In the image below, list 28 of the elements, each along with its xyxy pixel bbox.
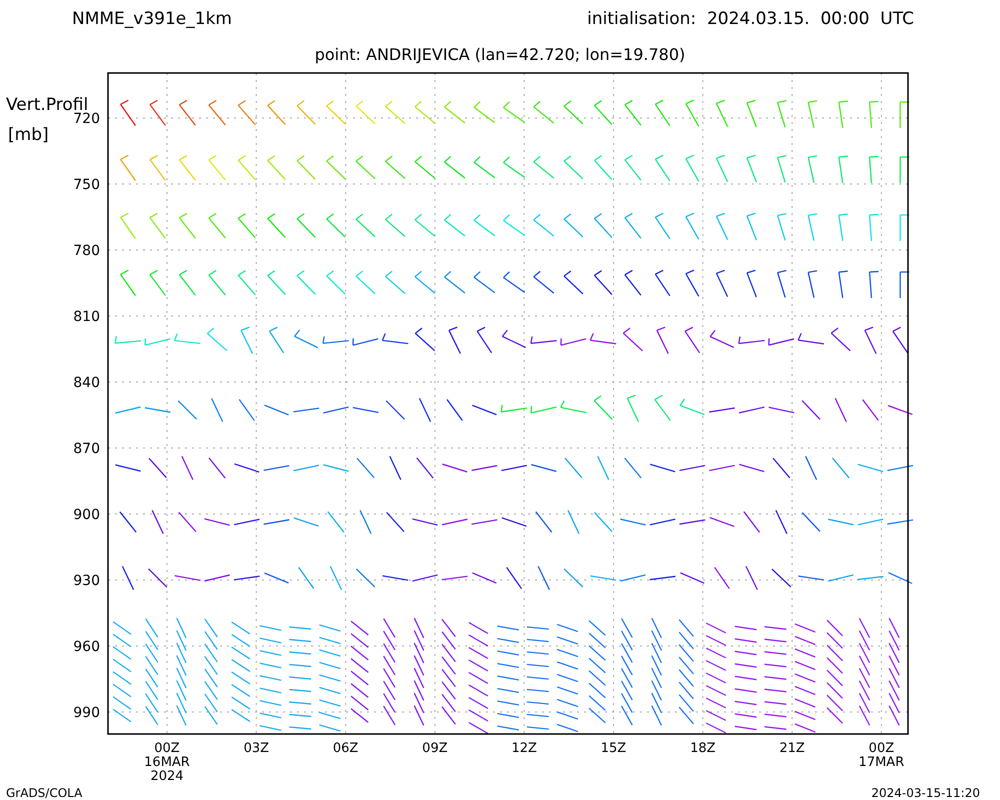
y-axis-label: [mb]: [8, 125, 49, 145]
plot-title: point: ANDRIJEVICA (lan=42.720; lon=19.780): [314, 44, 686, 66]
x-tick-label: 2024: [150, 769, 184, 784]
x-tick-label: 00Z: [154, 741, 180, 756]
y-tick-label: 870: [73, 441, 100, 457]
x-tick-label: 06Z: [332, 741, 358, 756]
y-tick-label: 900: [73, 507, 100, 523]
software-credit: GrADS/COLA: [6, 784, 82, 800]
model-name: NMME_v391e_1km: [72, 8, 232, 32]
y-tick-label: 930: [73, 573, 100, 589]
y-tick-label: 960: [73, 639, 100, 655]
x-tick-label: 00Z: [868, 741, 894, 756]
x-tick-label: 09Z: [422, 741, 448, 756]
x-tick-label: 17MAR: [858, 755, 904, 770]
x-tick-label: 16MAR: [144, 755, 190, 770]
initialisation-time: initialisation: 2024.03.15. 00:00 UTC: [587, 8, 914, 32]
y-tick-label: 990: [73, 705, 100, 721]
timestamp: 2024-03-15-11:20: [871, 784, 980, 800]
x-tick-label: 15Z: [600, 741, 626, 756]
y-tick-label: 720: [73, 111, 100, 127]
x-tick-label: 03Z: [244, 741, 270, 756]
x-tick-label: 18Z: [690, 741, 716, 756]
x-tick-label: 12Z: [511, 741, 537, 756]
x-tick-label: 21Z: [779, 741, 805, 756]
y-tick-label: 810: [73, 309, 100, 325]
y-tick-label: 840: [73, 375, 100, 391]
y-tick-label: 750: [73, 177, 100, 193]
y-tick-label: 780: [73, 243, 100, 259]
